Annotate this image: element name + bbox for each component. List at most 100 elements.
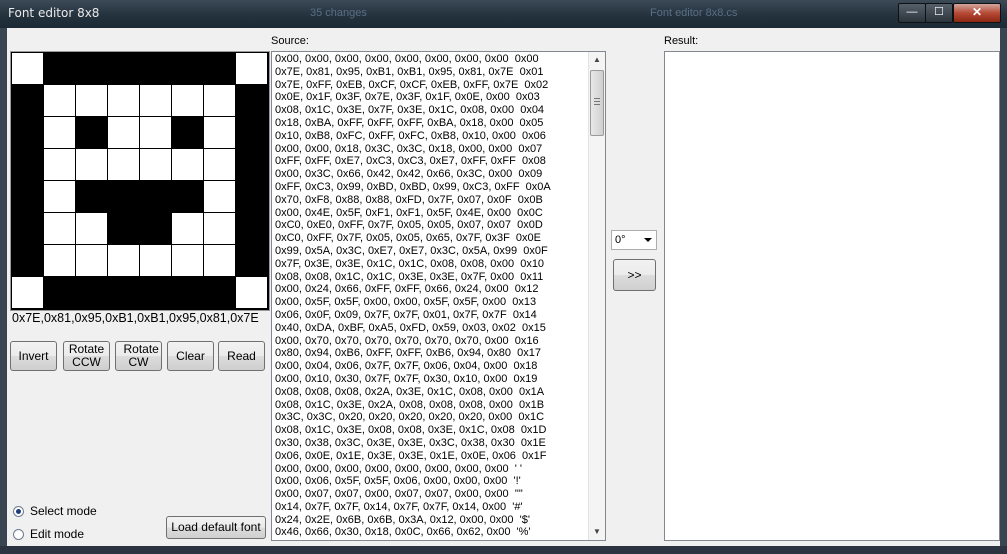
pixel-cell[interactable] (140, 85, 171, 116)
pixel-cell[interactable] (140, 117, 171, 148)
pixel-cell[interactable] (76, 85, 107, 116)
pixel-cell[interactable] (140, 149, 171, 180)
pixel-cell[interactable] (172, 85, 203, 116)
glyph-editor-grid[interactable] (10, 51, 270, 311)
pixel-cell[interactable] (76, 181, 107, 212)
chevron-down-icon (644, 238, 652, 242)
pixel-cell[interactable] (108, 181, 139, 212)
pixel-cell[interactable] (204, 149, 235, 180)
load-default-font-button[interactable]: Load default font (166, 516, 266, 539)
pixel-cell[interactable] (172, 181, 203, 212)
source-line: 0xC0, 0xFF, 0x7F, 0x05, 0x05, 0x65, 0x7F… (275, 232, 541, 245)
pixel-cell[interactable] (236, 53, 267, 84)
pixel-cell[interactable] (12, 213, 43, 244)
window-frame-bottom (0, 546, 1007, 554)
pixel-cell[interactable] (172, 53, 203, 84)
source-line: 0x08, 0x08, 0x08, 0x2A, 0x3E, 0x1C, 0x08… (275, 385, 545, 398)
source-line: 0x08, 0x1C, 0x3E, 0x2A, 0x08, 0x08, 0x08… (275, 398, 545, 411)
rotate-cw-button[interactable]: Rotate CW (115, 341, 162, 371)
pixel-cell[interactable] (172, 149, 203, 180)
maximize-button[interactable]: ☐ (925, 3, 953, 23)
pixel-cell[interactable] (44, 213, 75, 244)
pixel-cell[interactable] (108, 53, 139, 84)
pixel-cell[interactable] (204, 277, 235, 308)
pixel-cell[interactable] (108, 117, 139, 148)
pixel-cell[interactable] (12, 149, 43, 180)
scroll-up-icon[interactable]: ▲ (593, 55, 601, 64)
source-line: 0x40, 0xDA, 0xBF, 0xA5, 0xFD, 0x59, 0x03… (275, 321, 546, 334)
pixel-cell[interactable] (140, 53, 171, 84)
convert-button[interactable]: >> (613, 259, 656, 291)
pixel-cell[interactable] (108, 149, 139, 180)
pixel-cell[interactable] (204, 53, 235, 84)
pixel-cell[interactable] (172, 245, 203, 276)
result-label: Result: (664, 35, 699, 47)
scroll-down-icon[interactable]: ▼ (593, 527, 601, 536)
pixel-cell[interactable] (236, 117, 267, 148)
pixel-cell[interactable] (172, 213, 203, 244)
radio-checked-icon (13, 505, 24, 517)
pixel-cell[interactable] (108, 245, 139, 276)
pixel-cell[interactable] (236, 149, 267, 180)
pixel-cell[interactable] (236, 245, 267, 276)
pixel-cell[interactable] (140, 181, 171, 212)
select-mode-radio[interactable]: Select mode (13, 504, 97, 518)
source-line: 0x08, 0x1C, 0x3E, 0x08, 0x08, 0x3E, 0x1C… (275, 424, 547, 437)
pixel-cell[interactable] (204, 245, 235, 276)
pixel-cell[interactable] (236, 85, 267, 116)
pixel-cell[interactable] (44, 53, 75, 84)
pixel-cell[interactable] (140, 245, 171, 276)
edit-mode-radio[interactable]: Edit mode (13, 527, 84, 541)
pixel-cell[interactable] (204, 85, 235, 116)
pixel-cell[interactable] (172, 117, 203, 148)
pixel-cell[interactable] (108, 277, 139, 308)
read-button[interactable]: Read (218, 341, 265, 371)
pixel-cell[interactable] (236, 277, 267, 308)
clear-button[interactable]: Clear (167, 341, 214, 371)
pixel-cell[interactable] (76, 117, 107, 148)
source-line: 0x00, 0x10, 0x30, 0x7F, 0x7F, 0x30, 0x10… (275, 372, 538, 385)
source-line: 0x00, 0x00, 0x00, 0x00, 0x00, 0x00, 0x00… (275, 53, 539, 65)
source-line: 0x10, 0xB8, 0xFC, 0xFF, 0xFC, 0xB8, 0x10… (275, 129, 546, 142)
pixel-cell[interactable] (12, 85, 43, 116)
pixel-cell[interactable] (204, 117, 235, 148)
invert-button[interactable]: Invert (10, 341, 57, 371)
pixel-cell[interactable] (44, 181, 75, 212)
close-button[interactable]: ✕ (953, 3, 1001, 23)
rotation-dropdown[interactable]: 0° (611, 230, 657, 250)
pixel-cell[interactable] (12, 53, 43, 84)
pixel-cell[interactable] (204, 181, 235, 212)
pixel-cell[interactable] (76, 245, 107, 276)
pixel-cell[interactable] (108, 85, 139, 116)
pixel-cell[interactable] (108, 213, 139, 244)
pixel-cell[interactable] (172, 277, 203, 308)
pixel-cell[interactable] (140, 277, 171, 308)
source-line: 0x00, 0x4E, 0x5F, 0xF1, 0xF1, 0x5F, 0x4E… (275, 206, 543, 219)
pixel-cell[interactable] (204, 213, 235, 244)
pixel-cell[interactable] (44, 85, 75, 116)
pixel-cell[interactable] (44, 245, 75, 276)
pixel-cell[interactable] (140, 213, 171, 244)
source-line: 0x99, 0x5A, 0x3C, 0xE7, 0xE7, 0x3C, 0x5A… (275, 244, 548, 257)
pixel-cell[interactable] (44, 117, 75, 148)
pixel-cell[interactable] (76, 277, 107, 308)
pixel-cell[interactable] (12, 245, 43, 276)
pixel-cell[interactable] (44, 149, 75, 180)
rotate-ccw-button[interactable]: Rotate CCW (63, 341, 110, 371)
source-textbox[interactable]: 0x00, 0x00, 0x00, 0x00, 0x00, 0x00, 0x00… (271, 51, 606, 541)
scrollbar-thumb[interactable] (590, 70, 604, 136)
pixel-cell[interactable] (12, 181, 43, 212)
source-scrollbar[interactable]: ▲ ▼ (588, 52, 605, 540)
pixel-cell[interactable] (12, 277, 43, 308)
pixel-cell[interactable] (236, 181, 267, 212)
result-textbox[interactable] (664, 51, 1000, 541)
source-line: 0x00, 0x5F, 0x5F, 0x00, 0x00, 0x5F, 0x5F… (275, 296, 537, 309)
pixel-cell[interactable] (76, 213, 107, 244)
pixel-cell[interactable] (236, 213, 267, 244)
source-line: 0x00, 0x04, 0x06, 0x7F, 0x7F, 0x06, 0x04… (275, 360, 538, 373)
minimize-button[interactable]: — (898, 3, 926, 23)
pixel-cell[interactable] (76, 149, 107, 180)
pixel-cell[interactable] (44, 277, 75, 308)
pixel-cell[interactable] (76, 53, 107, 84)
pixel-cell[interactable] (12, 117, 43, 148)
